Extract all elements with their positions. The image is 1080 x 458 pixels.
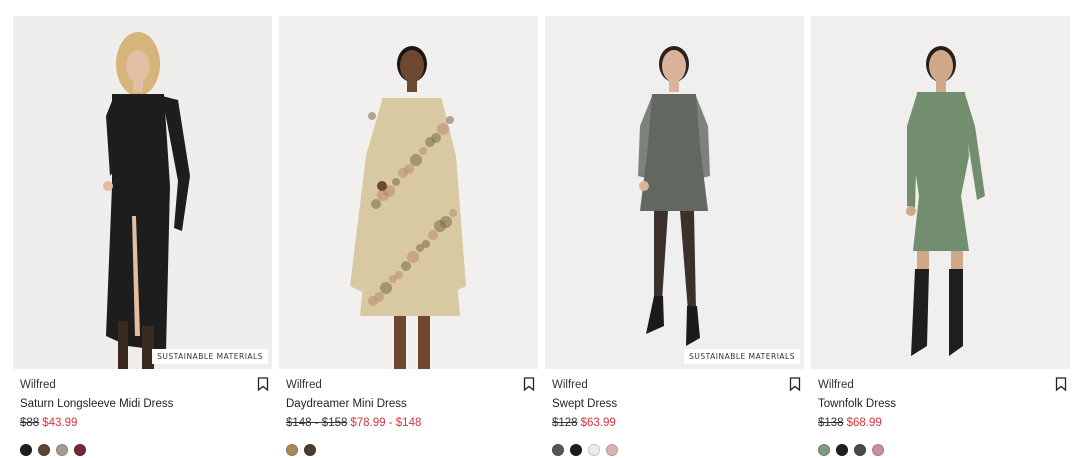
model-illustration [906, 46, 985, 356]
bookmark-icon[interactable] [789, 377, 801, 391]
color-swatch[interactable] [56, 444, 68, 456]
product-price: $138 $68.99 [818, 417, 882, 429]
color-swatch[interactable] [872, 444, 884, 456]
color-swatch[interactable] [20, 444, 32, 456]
color-swatch[interactable] [570, 444, 582, 456]
sustainable-materials-badge: SUSTAINABLE MATERIALS [684, 349, 800, 364]
color-swatch[interactable] [606, 444, 618, 456]
product-brand: Wilfred [552, 379, 588, 391]
product-brand: Wilfred [286, 379, 322, 391]
product-image[interactable] [279, 16, 538, 369]
product-image[interactable]: SUSTAINABLE MATERIALS [13, 16, 272, 369]
color-swatch[interactable] [74, 444, 86, 456]
color-swatch[interactable] [304, 444, 316, 456]
product-price: $148 - $158 $78.99 - $148 [286, 417, 421, 429]
sale-price: $43.99 [42, 417, 78, 429]
model-illustration [350, 46, 466, 369]
color-swatch[interactable] [818, 444, 830, 456]
color-swatches [286, 444, 316, 456]
product-card[interactable]: SUSTAINABLE MATERIALS Wilfred Swept Dres… [545, 16, 804, 458]
original-price: $148 - $158 [286, 417, 348, 429]
product-card[interactable]: SUSTAINABLE MATERIALS Wilfred Saturn Lon… [13, 16, 272, 458]
original-price: $128 [552, 417, 578, 429]
product-price: $128 $63.99 [552, 417, 616, 429]
sustainable-materials-badge: SUSTAINABLE MATERIALS [152, 349, 268, 364]
product-brand: Wilfred [20, 379, 56, 391]
original-price: $88 [20, 417, 40, 429]
product-price: $88 $43.99 [20, 417, 77, 429]
bookmark-icon[interactable] [257, 377, 269, 391]
product-image[interactable]: SUSTAINABLE MATERIALS [545, 16, 804, 369]
color-swatch[interactable] [286, 444, 298, 456]
sale-price: $63.99 [580, 417, 616, 429]
model-illustration [638, 46, 710, 346]
color-swatches [20, 444, 86, 456]
sale-price: $68.99 [846, 417, 882, 429]
product-name[interactable]: Swept Dress [552, 398, 617, 410]
color-swatch[interactable] [836, 444, 848, 456]
bookmark-icon[interactable] [1055, 377, 1067, 391]
color-swatch[interactable] [552, 444, 564, 456]
color-swatch[interactable] [38, 444, 50, 456]
product-image[interactable] [811, 16, 1070, 369]
model-illustration [103, 32, 190, 369]
product-grid: SUSTAINABLE MATERIALS Wilfred Saturn Lon… [13, 16, 1070, 458]
color-swatches [552, 444, 618, 456]
bookmark-icon[interactable] [523, 377, 535, 391]
product-name[interactable]: Daydreamer Mini Dress [286, 398, 407, 410]
product-name[interactable]: Townfolk Dress [818, 398, 896, 410]
product-name[interactable]: Saturn Longsleeve Midi Dress [20, 398, 173, 410]
color-swatch[interactable] [588, 444, 600, 456]
color-swatch[interactable] [854, 444, 866, 456]
product-card[interactable]: Wilfred Townfolk Dress $138 $68.99 [811, 16, 1070, 458]
sale-price: $78.99 - $148 [350, 417, 422, 429]
product-brand: Wilfred [818, 379, 854, 391]
original-price: $138 [818, 417, 844, 429]
product-card[interactable]: Wilfred Daydreamer Mini Dress $148 - $15… [279, 16, 538, 458]
color-swatches [818, 444, 884, 456]
